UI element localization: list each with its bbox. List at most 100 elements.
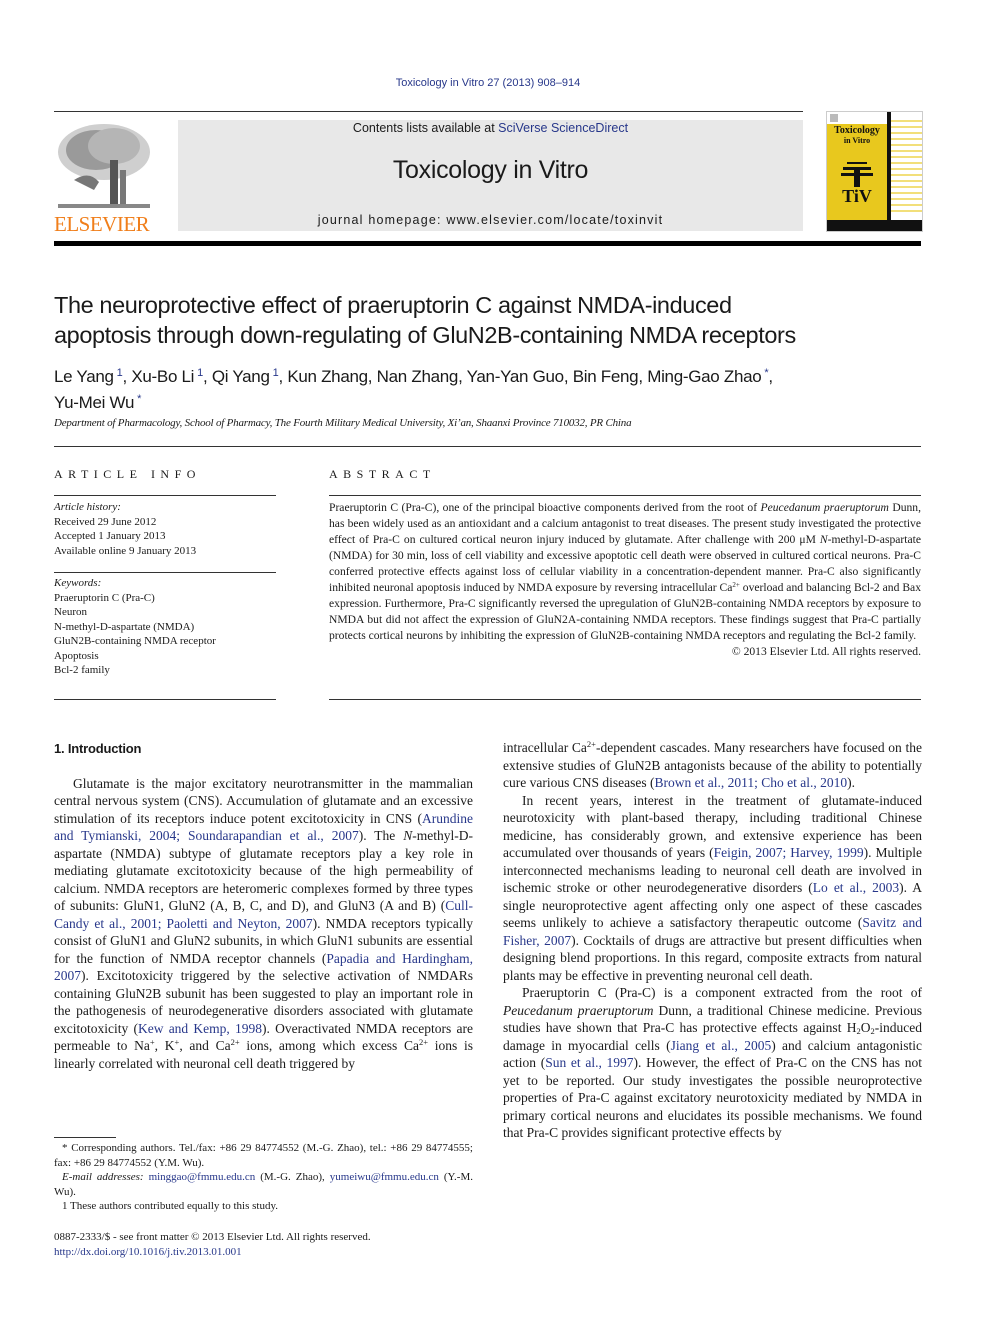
author: Le Yang [54,367,114,386]
doi-link[interactable]: http://dx.doi.org/10.1016/j.tiv.2013.01.… [54,1246,242,1258]
cover-monogram: TiV [842,186,872,206]
email-link[interactable]: minggao@fmmu.edu.cn [149,1171,256,1183]
author: Nan Zhang [376,367,459,386]
body-column-right: intracellular Ca2+-dependent cascades. M… [503,739,922,1142]
journal-citation[interactable]: Toxicology in Vitro 27 (2013) 908–914 [0,77,976,89]
keywords-label: Keywords: [54,577,102,589]
elsevier-tree-logo-icon [58,124,150,208]
abstract-text: Praeruptorin C (Pra-C), one of the princ… [329,500,921,660]
info-divider [54,572,276,573]
reference-link[interactable]: Jiang et al., 2005 [671,1038,772,1053]
body-paragraph: intracellular Ca2+-dependent cascades. M… [503,739,922,792]
text: Glutamate is the major excitatory neurot… [54,775,473,826]
author-list: Le Yang 1, Xu-Bo Li 1, Qi Yang 1, Kun Zhang… [54,367,773,412]
abstract-heading: ABSTRACT [329,467,436,481]
reference-link[interactable]: Kew and Kemp, 1998 [138,1021,262,1036]
header-thick-rule [54,241,921,246]
reference-link[interactable]: Brown et al., 2011; Cho et al., 2010 [654,775,847,790]
header-divider [54,111,803,112]
abstract-paragraph: Praeruptorin C (Pra-C), one of the princ… [329,500,921,644]
footnote-rule [54,1137,116,1138]
text: O [860,1020,871,1035]
journal-title: Toxicology in Vitro [392,156,589,184]
abstract-span: Praeruptorin C (Pra-C), one of the princ… [329,501,761,514]
article-history: Article history: Received 29 June 2012 A… [54,500,276,558]
text: ). [847,775,855,790]
affiliation: Department of Pharmacology, School of Ph… [54,417,632,429]
footnote-equal-contribution: 1 These authors contributed equally to t… [62,1200,278,1212]
history-accepted: Accepted 1 January 2013 [54,530,166,542]
footnote-corresponding: * Corresponding authors. Tel./fax: +86 2… [54,1142,473,1169]
email-label: E-mail addresses: [62,1171,149,1183]
author: Yan-Yan Guo [466,367,565,386]
keyword: Neuron [54,606,87,618]
body-paragraph: Praeruptorin C (Pra-C) is a component ex… [503,984,922,1142]
reference-link[interactable]: Feigin, 2007; Harvey, 1999 [714,845,864,860]
keyword: N-methyl-D-aspartate (NMDA) [54,620,195,633]
superscript: 2+ [586,739,596,749]
text: intracellular Ca [503,740,587,755]
article-info-heading: ARTICLE INFO [54,467,201,481]
front-matter: 0887-2333/$ - see front matter © 2013 El… [54,1230,371,1259]
history-received: Received 29 June 2012 [54,515,157,528]
article-title-line2: apoptosis through down-regulating of Glu… [54,322,796,348]
text: ions, among which excess Ca [239,1038,420,1053]
section-heading-introduction: 1. Introduction [54,741,142,756]
corresponding-author-mark[interactable]: * [764,367,768,379]
cover-title-line2: in Vitro [844,136,870,145]
body-column-left: 1. Introduction Glutamate is the major e… [54,740,473,1072]
info-bottom-divider [54,699,276,700]
corresponding-author-mark[interactable]: * [137,393,141,405]
reference-link[interactable]: Lo et al., 2003 [813,880,899,895]
journal-cover-thumbnail[interactable]: Toxicology in Vitro TiV [826,111,923,232]
contents-availability: Contents lists available at SciVerse Sci… [178,121,803,135]
abstract-divider [329,495,921,496]
abstract-copyright: © 2013 Elsevier Ltd. All rights reserved… [731,645,921,658]
footnote-emails: E-mail addresses: minggao@fmmu.edu.cn (M… [54,1170,473,1199]
history-label: Article history: [54,501,121,513]
keyword: GluN2B-containing NMDA receptor [54,635,216,647]
info-divider [54,495,276,496]
footnotes: * Corresponding authors. Tel./fax: +86 2… [54,1141,473,1214]
article-title-line1: The neuroprotective effect of praeruptor… [54,292,732,318]
journal-cover-icon: Toxicology in Vitro TiV [827,112,922,231]
article-title: The neuroprotective effect of praeruptor… [54,290,934,350]
species-name: Peucedanum praeruptorum [503,1002,654,1018]
text: Praeruptorin C (Pra-C) is a component ex… [522,985,922,1000]
species-name: Peucedanum praeruptorum [760,501,889,514]
author: Yu-Mei Wu [54,393,135,412]
abstract-italic: N [819,533,828,546]
keywords: Keywords: Praeruptorin C (Pra-C) Neuron … [54,576,276,678]
author-footnote-mark[interactable]: 1 [117,367,123,379]
author: Bin Feng [572,367,639,386]
text: , and Ca [179,1038,231,1053]
superscript: 2+ [230,1037,240,1047]
issn-line: 0887-2333/$ - see front matter © 2013 El… [54,1231,371,1243]
text-italic: N [403,828,413,843]
elsevier-wordmark[interactable]: ELSEVIER [54,212,158,237]
text: , K [154,1038,175,1053]
superscript: 2+ [732,581,740,589]
body-paragraph: Glutamate is the major excitatory neurot… [54,775,473,1073]
author: Xu-Bo Li [131,367,195,386]
author-footnote-mark[interactable]: 1 [273,367,279,379]
author: Ming-Gao Zhao [647,367,762,386]
keyword: Bcl-2 family [54,664,110,676]
body-paragraph: In recent years, interest in the treatme… [503,792,922,985]
keyword: Praeruptorin C (Pra-C) [54,591,155,604]
email-link[interactable]: yumeiwu@fmmu.edu.cn [330,1171,439,1183]
superscript: 2+ [419,1037,429,1047]
author-footnote-mark[interactable]: 1 [197,367,203,379]
text: ). The [358,828,404,843]
cover-title-line1: Toxicology [834,125,880,136]
author: Kun Zhang [287,367,368,386]
history-online: Available online 9 January 2013 [54,544,197,557]
affiliation-divider [54,446,921,447]
reference-link[interactable]: Sun et al., 1997 [545,1055,633,1070]
journal-homepage[interactable]: journal homepage: www.elsevier.com/locat… [178,213,803,227]
author: Qi Yang [211,367,270,386]
keyword: Apoptosis [54,649,99,662]
contents-label: Contents lists available at [352,121,499,135]
sciencedirect-link[interactable]: SciVerse ScienceDirect [498,121,628,135]
abstract-bottom-divider [329,699,921,700]
